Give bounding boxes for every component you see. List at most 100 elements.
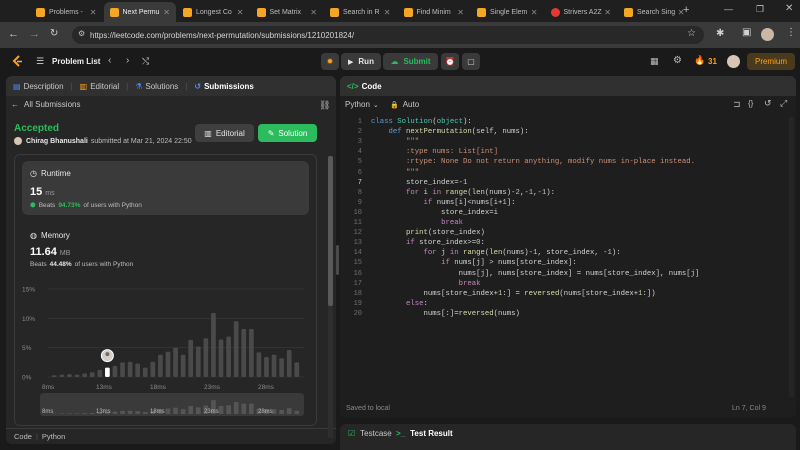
left-scrollbar-thumb[interactable]	[328, 156, 333, 306]
browser-tab[interactable]: Strivers A2Z ✕	[545, 2, 618, 22]
forward-icon[interactable]: →	[29, 28, 40, 40]
code-line[interactable]: break	[371, 218, 463, 228]
chart-bar[interactable]	[52, 375, 57, 377]
close-tab-icon[interactable]: ✕	[457, 8, 464, 17]
minimize-icon[interactable]: —	[724, 4, 733, 14]
share-link-icon[interactable]: ⛓	[319, 100, 330, 111]
fullscreen-icon[interactable]: ⤢	[780, 98, 787, 109]
submitter-name[interactable]: Chirag Bhanushali	[26, 138, 88, 145]
chart-bar[interactable]	[188, 340, 194, 377]
solution-button[interactable]: ✎ Solution	[258, 124, 317, 142]
close-tab-icon[interactable]: ✕	[90, 8, 97, 17]
runtime-card[interactable]: ◷ Runtime 15 ms ⬢ Beats 94.73% of users …	[22, 161, 309, 215]
memory-card[interactable]: ◍ Memory 11.64 MB Beats 44.48% of users …	[22, 222, 309, 276]
premium-button[interactable]: Premium	[747, 53, 795, 70]
notes-button[interactable]: ▢	[462, 53, 480, 70]
close-tab-icon[interactable]: ✕	[384, 8, 391, 17]
code-line[interactable]: if nums[i]<nums[i+1]:	[371, 198, 516, 208]
code-editor[interactable]: 1 2 3 4 5 6 7 8 9 10 11 12 13 14 15 16 17 18 19 20 class So…	[340, 117, 796, 397]
chart-bar[interactable]	[226, 336, 231, 377]
chart-bar[interactable]	[158, 354, 163, 377]
browser-tab[interactable]: Search in R ✕	[324, 2, 397, 22]
chart-bar[interactable]	[264, 357, 269, 377]
browser-menu-icon[interactable]: ⋮	[786, 27, 796, 38]
all-submissions-link[interactable]: ← All Submissions	[11, 100, 80, 109]
browser-tab[interactable]: Single Elem ✕	[471, 2, 544, 22]
close-tab-icon[interactable]: ✕	[163, 8, 170, 17]
browser-tab[interactable]: Find Minim ✕	[398, 2, 471, 22]
new-tab-icon[interactable]: +	[683, 4, 689, 16]
tab-editorial[interactable]: ▥ Editorial	[73, 82, 126, 91]
language-select[interactable]: Python ⌄	[345, 100, 379, 109]
close-tab-icon[interactable]: ✕	[237, 8, 244, 17]
browser-tab[interactable]: Search Sing ✕	[618, 2, 691, 22]
settings-gear-icon[interactable]: ⚙	[673, 55, 682, 66]
sidebar-icon[interactable]: ▣	[742, 27, 751, 38]
code-line[interactable]: nums[j], nums[store_index] = nums[store_…	[371, 269, 700, 279]
code-line[interactable]: nums[store_index+1:] = reversed(nums[sto…	[371, 289, 656, 299]
panel-resize-handle[interactable]	[336, 245, 339, 275]
close-tab-icon[interactable]: ✕	[604, 8, 611, 17]
debug-button[interactable]: ✹	[321, 53, 339, 70]
problem-list-link[interactable]: Problem List	[52, 57, 100, 66]
chart-bar[interactable]	[74, 374, 80, 377]
extensions-icon[interactable]: ✱	[716, 28, 724, 39]
bookmark-icon[interactable]: ⊐	[733, 99, 741, 110]
chart-bar[interactable]	[203, 338, 209, 377]
close-tab-icon[interactable]: ✕	[531, 8, 538, 17]
code-line[interactable]: def nextPermutation(self, nums):	[371, 127, 529, 137]
chart-bar[interactable]	[256, 352, 262, 377]
code-line[interactable]: print(store_index)	[371, 228, 485, 238]
code-line[interactable]: :rtype: None Do not return anything, mod…	[371, 157, 695, 167]
code-line[interactable]: break	[371, 279, 481, 289]
profile-avatar[interactable]	[761, 28, 774, 41]
url-input[interactable]: ⚙ https://leetcode.com/problems/next-per…	[72, 26, 704, 44]
chart-bar[interactable]	[195, 346, 201, 377]
code-tab[interactable]: </> Code	[340, 82, 389, 91]
tab-description[interactable]: ▤ Description	[6, 82, 71, 91]
code-line[interactable]: if store_index>=0:	[371, 238, 485, 248]
streak-fire-icon[interactable]: 🔥	[694, 55, 705, 66]
code-line[interactable]: for i in range(len(nums)-2,-1,-1):	[371, 188, 555, 198]
code-line[interactable]: :type nums: List[int]	[371, 147, 498, 157]
problem-list-icon[interactable]: ☰	[36, 56, 44, 67]
leetcode-logo-icon[interactable]	[12, 55, 23, 68]
chart-bar[interactable]	[165, 351, 171, 377]
chart-bar[interactable]	[112, 365, 118, 377]
chart-bar[interactable]	[127, 361, 133, 377]
chart-bar[interactable]	[173, 347, 178, 377]
code-line[interactable]: else:	[371, 299, 428, 309]
chart-bar[interactable]	[120, 362, 125, 377]
run-button[interactable]: ▶ Run	[341, 53, 381, 70]
layout-grid-icon[interactable]: ▦	[650, 56, 659, 67]
user-avatar[interactable]	[727, 55, 740, 68]
back-icon[interactable]: ←	[8, 28, 19, 40]
prev-problem-icon[interactable]: ‹	[108, 55, 111, 66]
shuffle-icon[interactable]: ⤭	[142, 56, 149, 67]
reset-code-icon[interactable]: ↺	[764, 98, 772, 109]
browser-tab[interactable]: Set Matrix ✕	[251, 2, 324, 22]
chart-bar[interactable]	[211, 313, 216, 377]
code-line[interactable]: class Solution(object):	[371, 117, 472, 127]
chart-bar[interactable]	[89, 372, 95, 377]
chart-bar-highlight[interactable]	[105, 367, 110, 377]
chart-bar[interactable]	[233, 321, 239, 377]
code-line[interactable]: store_index=-1	[371, 178, 467, 188]
left-scrollbar[interactable]	[328, 156, 333, 438]
timer-button[interactable]: ⏰	[441, 53, 459, 70]
chart-bar[interactable]	[248, 328, 254, 377]
browser-tab[interactable]: Longest Co ✕	[177, 2, 250, 22]
code-line[interactable]: """	[371, 137, 419, 147]
code-scrollbar[interactable]	[789, 117, 794, 397]
test-result-tab[interactable]: >_ Test Result	[396, 429, 453, 438]
code-line[interactable]: if nums[j] > nums[store_index]:	[371, 258, 577, 268]
code-line[interactable]: """	[371, 168, 419, 178]
chart-bar[interactable]	[180, 354, 186, 377]
chart-bar[interactable]	[286, 350, 292, 377]
reload-icon[interactable]: ↻	[50, 28, 58, 39]
chart-bar[interactable]	[294, 362, 300, 377]
chart-bar[interactable]	[271, 354, 277, 377]
close-window-icon[interactable]: ✕	[785, 3, 793, 14]
site-info-icon[interactable]: ⚙	[78, 29, 85, 38]
chart-bar[interactable]	[142, 367, 148, 377]
